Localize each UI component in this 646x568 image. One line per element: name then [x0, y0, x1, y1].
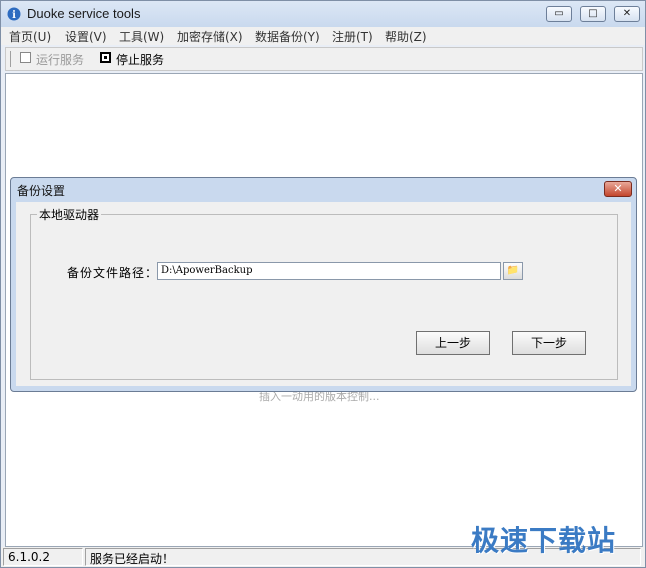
toolbar-separator — [10, 51, 11, 67]
watermark-text: 极速下载站 — [471, 524, 617, 557]
menu-home[interactable]: 首页(U) — [9, 28, 51, 45]
local-drive-group: 本地驱动器 备份文件路径： D:\ApowerBackup 📁 上一步 下一步 — [30, 206, 618, 380]
group-label: 本地驱动器 — [37, 206, 102, 223]
app-window: i Duoke service tools ▭ □ ✕ 首页(U) 设置(V) … — [0, 0, 646, 568]
menu-help[interactable]: 帮助(Z) — [385, 28, 427, 45]
run-service-label: 运行服务 — [36, 53, 85, 67]
title-bar: i Duoke service tools ▭ □ ✕ — [1, 1, 645, 27]
backup-path-label: 备份文件路径： — [67, 266, 159, 280]
menu-encrypted-storage[interactable]: 加密存储(X) — [177, 28, 243, 45]
svg-text:i: i — [12, 10, 16, 21]
previous-step-button[interactable]: 上一步 — [416, 331, 490, 355]
menu-data-backup[interactable]: 数据备份(Y) — [255, 28, 320, 45]
maximize-icon: □ — [588, 8, 598, 19]
backup-settings-dialog: 备份设置 ✕ 本地驱动器 备份文件路径： D:\ApowerBackup 📁 上… — [10, 177, 637, 392]
toolbar: 运行服务 停止服务 — [5, 47, 643, 71]
menu-register[interactable]: 注册(T) — [332, 28, 373, 45]
close-icon: ✕ — [613, 182, 623, 195]
version-status: 6.1.0.2 — [3, 548, 83, 566]
window-title: Duoke service tools — [27, 6, 141, 21]
play-icon — [20, 52, 31, 63]
stop-icon — [100, 52, 111, 63]
maximize-button[interactable]: □ — [580, 6, 606, 22]
close-button[interactable]: ✕ — [614, 6, 640, 22]
backup-path-input[interactable]: D:\ApowerBackup — [157, 262, 501, 280]
next-step-button[interactable]: 下一步 — [512, 331, 586, 355]
dialog-body: 本地驱动器 备份文件路径： D:\ApowerBackup 📁 上一步 下一步 — [16, 202, 631, 386]
minimize-button[interactable]: ▭ — [546, 6, 572, 22]
app-icon: i — [7, 7, 21, 21]
menu-bar: 首页(U) 设置(V) 工具(W) 加密存储(X) 数据备份(Y) 注册(T) … — [1, 27, 645, 45]
menu-tools[interactable]: 工具(W) — [119, 28, 164, 45]
browse-button[interactable]: 📁 — [503, 262, 523, 280]
dialog-close-button[interactable]: ✕ — [604, 181, 632, 197]
close-icon: ✕ — [622, 8, 632, 19]
stop-service-label: 停止服务 — [116, 53, 165, 67]
minimize-icon: ▭ — [554, 8, 564, 19]
dialog-title: 备份设置 — [17, 184, 66, 198]
menu-settings[interactable]: 设置(V) — [65, 28, 107, 45]
folder-icon: 📁 — [506, 265, 520, 276]
